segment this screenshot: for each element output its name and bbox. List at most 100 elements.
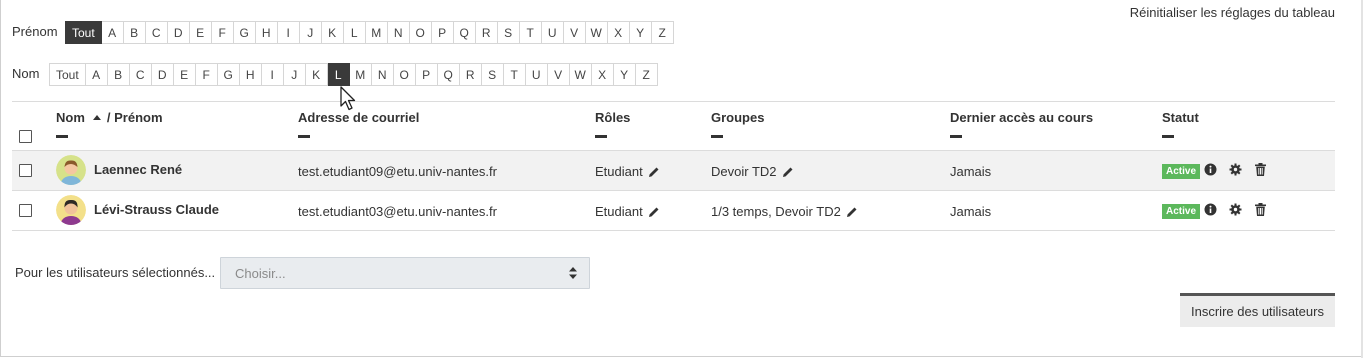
firstname-initial-s[interactable]: S — [497, 21, 520, 44]
bulk-action-placeholder: Choisir... — [235, 266, 286, 281]
user-name[interactable]: Laennec René — [94, 162, 182, 177]
trash-icon[interactable] — [1255, 163, 1266, 179]
lastname-initial-v[interactable]: V — [547, 63, 570, 86]
row-checkbox[interactable] — [19, 204, 32, 217]
pencil-icon[interactable] — [648, 166, 660, 181]
firstname-initial-g[interactable]: G — [233, 21, 256, 44]
firstname-initial-z[interactable]: Z — [651, 21, 674, 44]
enrol-users-button[interactable]: Inscrire des utilisateurs — [1180, 293, 1335, 327]
status-badge: Active — [1162, 204, 1201, 219]
collapse-icon[interactable] — [1162, 135, 1174, 138]
firstname-initial-l[interactable]: L — [343, 21, 366, 44]
last-access: Jamais — [950, 164, 992, 179]
lastname-initial-n[interactable]: N — [371, 63, 394, 86]
role-label: Etudiant — [595, 164, 643, 179]
firstname-initial-t[interactable]: T — [519, 21, 542, 44]
lastname-initial-e[interactable]: E — [173, 63, 196, 86]
role-cell: Etudiant — [595, 204, 660, 221]
firstname-initial-b[interactable]: B — [123, 21, 146, 44]
firstname-initial-d[interactable]: D — [167, 21, 190, 44]
lastname-initial-r[interactable]: R — [459, 63, 482, 86]
firstname-initial-a[interactable]: A — [101, 21, 124, 44]
info-icon[interactable] — [1204, 163, 1217, 179]
lastname-initial-b[interactable]: B — [107, 63, 130, 86]
firstname-initial-i[interactable]: I — [277, 21, 300, 44]
lastname-initial-c[interactable]: C — [129, 63, 152, 86]
firstname-initial-r[interactable]: R — [475, 21, 498, 44]
lastname-initial-z[interactable]: Z — [635, 63, 658, 86]
lastname-filter-label: Nom — [12, 66, 40, 81]
collapse-icon[interactable] — [56, 135, 68, 138]
select-all-checkbox[interactable] — [19, 130, 32, 143]
pencil-icon[interactable] — [846, 206, 858, 221]
avatar[interactable] — [56, 195, 86, 225]
lastname-initial-j[interactable]: J — [283, 63, 306, 86]
role-label: Etudiant — [595, 204, 643, 219]
gear-icon[interactable] — [1229, 203, 1242, 219]
header-firstname-label[interactable]: / Prénom — [107, 110, 163, 125]
header-roles: Rôles — [595, 110, 631, 125]
lastname-initial-i[interactable]: I — [261, 63, 284, 86]
firstname-initial-j[interactable]: J — [299, 21, 322, 44]
lastname-initial-k[interactable]: K — [305, 63, 328, 86]
firstname-initial-p[interactable]: P — [431, 21, 454, 44]
lastname-initial-t[interactable]: T — [503, 63, 526, 86]
firstname-initial-u[interactable]: U — [541, 21, 564, 44]
groups-cell: Devoir TD2 — [711, 164, 794, 181]
firstname-initial-m[interactable]: M — [365, 21, 388, 44]
lastname-initial-p[interactable]: P — [415, 63, 438, 86]
firstname-initial-y[interactable]: Y — [629, 21, 652, 44]
table-header: Nom / Prénom Adresse de courriel Rôles Gr… — [12, 101, 1335, 150]
lastname-initial-y[interactable]: Y — [613, 63, 636, 86]
pencil-icon[interactable] — [648, 206, 660, 221]
lastname-initial-u[interactable]: U — [525, 63, 548, 86]
collapse-icon[interactable] — [950, 135, 962, 138]
lastname-initial-all[interactable]: Tout — [49, 63, 86, 86]
bulk-action-select[interactable]: Choisir... — [220, 257, 590, 289]
pencil-icon[interactable] — [782, 166, 794, 181]
firstname-filter-label: Prénom — [12, 24, 58, 39]
lastname-initial-x[interactable]: X — [591, 63, 614, 86]
collapse-icon[interactable] — [298, 135, 310, 138]
firstname-initials-bar: Tout A B C D E F G H I J K L M N O P Q R S T U V W X Y Z — [65, 21, 674, 44]
lastname-initial-h[interactable]: H — [239, 63, 262, 86]
reset-table-link[interactable]: Réinitialiser les réglages du tableau — [1130, 5, 1335, 20]
firstname-initial-w[interactable]: W — [585, 21, 608, 44]
lastname-initial-f[interactable]: F — [195, 63, 218, 86]
firstname-initial-x[interactable]: X — [607, 21, 630, 44]
firstname-initial-q[interactable]: Q — [453, 21, 476, 44]
lastname-initial-w[interactable]: W — [569, 63, 592, 86]
bulk-action-label: Pour les utilisateurs sélectionnés... — [15, 265, 216, 280]
user-name[interactable]: Lévi-Strauss Claude — [94, 202, 219, 217]
header-groups: Groupes — [711, 110, 765, 125]
firstname-initial-v[interactable]: V — [563, 21, 586, 44]
firstname-initial-n[interactable]: N — [387, 21, 410, 44]
lastname-initial-l[interactable]: L — [327, 63, 350, 86]
firstname-initial-o[interactable]: O — [409, 21, 432, 44]
header-last-access[interactable]: Dernier accès au cours — [950, 110, 1093, 125]
gear-icon[interactable] — [1229, 163, 1242, 179]
collapse-icon[interactable] — [711, 135, 723, 138]
collapse-icon[interactable] — [595, 135, 607, 138]
firstname-initial-all[interactable]: Tout — [65, 21, 102, 44]
firstname-initial-e[interactable]: E — [189, 21, 212, 44]
trash-icon[interactable] — [1255, 203, 1266, 219]
header-name-label[interactable]: Nom — [56, 110, 85, 125]
lastname-initial-g[interactable]: G — [217, 63, 240, 86]
firstname-initial-f[interactable]: F — [211, 21, 234, 44]
row-checkbox[interactable] — [19, 164, 32, 177]
lastname-initial-s[interactable]: S — [481, 63, 504, 86]
table-row: Laennec René test.etudiant09@etu.univ-na… — [12, 150, 1335, 190]
header-name[interactable]: Nom / Prénom — [56, 110, 163, 125]
firstname-initial-c[interactable]: C — [145, 21, 168, 44]
avatar[interactable] — [56, 155, 86, 185]
lastname-initial-d[interactable]: D — [151, 63, 174, 86]
lastname-initial-q[interactable]: Q — [437, 63, 460, 86]
info-icon[interactable] — [1204, 203, 1217, 219]
firstname-initial-h[interactable]: H — [255, 21, 278, 44]
last-access: Jamais — [950, 204, 992, 219]
lastname-initial-o[interactable]: O — [393, 63, 416, 86]
lastname-initial-m[interactable]: M — [349, 63, 372, 86]
lastname-initial-a[interactable]: A — [85, 63, 108, 86]
firstname-initial-k[interactable]: K — [321, 21, 344, 44]
